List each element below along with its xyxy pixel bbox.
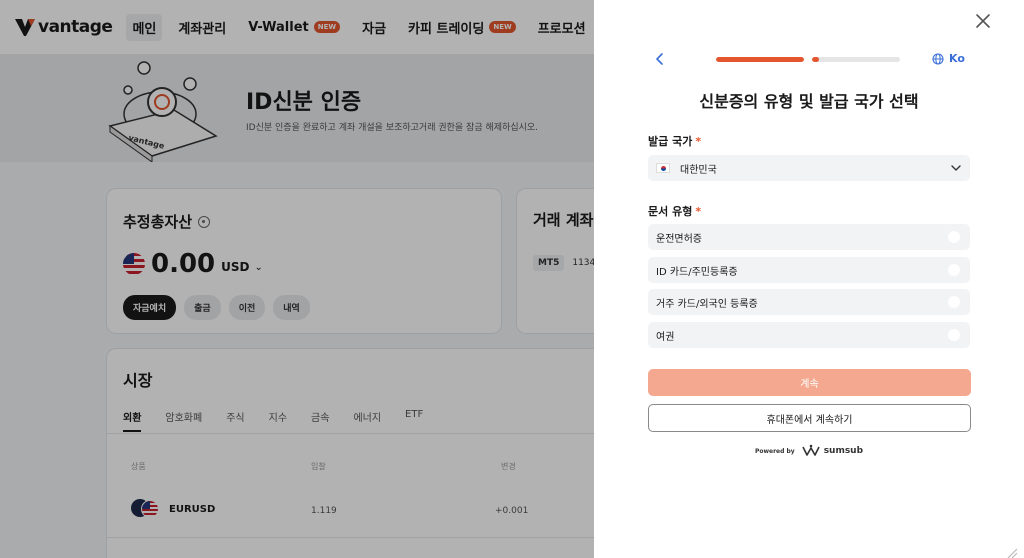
progress-step-2 bbox=[812, 57, 900, 62]
progress-step-1 bbox=[716, 57, 804, 62]
resize-handle-icon bbox=[1004, 544, 1018, 558]
sumsub-logo: sumsub bbox=[801, 444, 863, 458]
radio-button[interactable] bbox=[948, 296, 960, 308]
country-select[interactable]: 대한민국 bbox=[648, 155, 970, 181]
modal-title: 신분증의 유형 및 발급 국가 선택 bbox=[699, 92, 919, 111]
sumsub-logo-icon bbox=[801, 444, 820, 456]
close-button[interactable] bbox=[972, 10, 994, 32]
language-label: Ko bbox=[949, 52, 965, 65]
radio-button[interactable] bbox=[948, 231, 960, 243]
radio-button[interactable] bbox=[948, 264, 960, 276]
modal-backdrop[interactable] bbox=[0, 0, 594, 558]
doc-option-drivers-license[interactable]: 운전면허증 bbox=[648, 224, 970, 250]
powered-by-text: Powered by bbox=[754, 447, 795, 455]
document-type-label: 문서 유형 * bbox=[648, 205, 702, 218]
close-icon bbox=[976, 14, 990, 28]
back-button[interactable] bbox=[652, 50, 668, 68]
country-value: 대한민국 bbox=[680, 164, 717, 176]
chevron-down-icon bbox=[950, 163, 962, 173]
language-selector[interactable]: Ko bbox=[932, 52, 965, 65]
globe-icon bbox=[932, 52, 944, 65]
chevron-left-icon bbox=[656, 53, 663, 65]
continue-on-mobile-button[interactable]: 휴대폰에서 계속하기 bbox=[648, 404, 971, 432]
doc-option-id-card[interactable]: ID 카드/주민등록증 bbox=[648, 257, 970, 283]
powered-by-footer: Powered by sumsub bbox=[594, 444, 1024, 458]
required-mark: * bbox=[695, 135, 702, 148]
korea-flag-icon bbox=[656, 163, 670, 173]
step-progress bbox=[716, 57, 908, 62]
radio-button[interactable] bbox=[948, 329, 960, 341]
doc-option-passport[interactable]: 여권 bbox=[648, 322, 970, 348]
country-label: 발급 국가 * bbox=[648, 135, 702, 148]
continue-button[interactable]: 계속 bbox=[648, 369, 971, 396]
verification-panel: Ko 신분증의 유형 및 발급 국가 선택 발급 국가 * 대한민국 문서 유형 *… bbox=[594, 0, 1024, 558]
required-mark: * bbox=[695, 205, 702, 218]
doc-option-residence-card[interactable]: 거주 카드/외국인 등록증 bbox=[648, 289, 970, 315]
